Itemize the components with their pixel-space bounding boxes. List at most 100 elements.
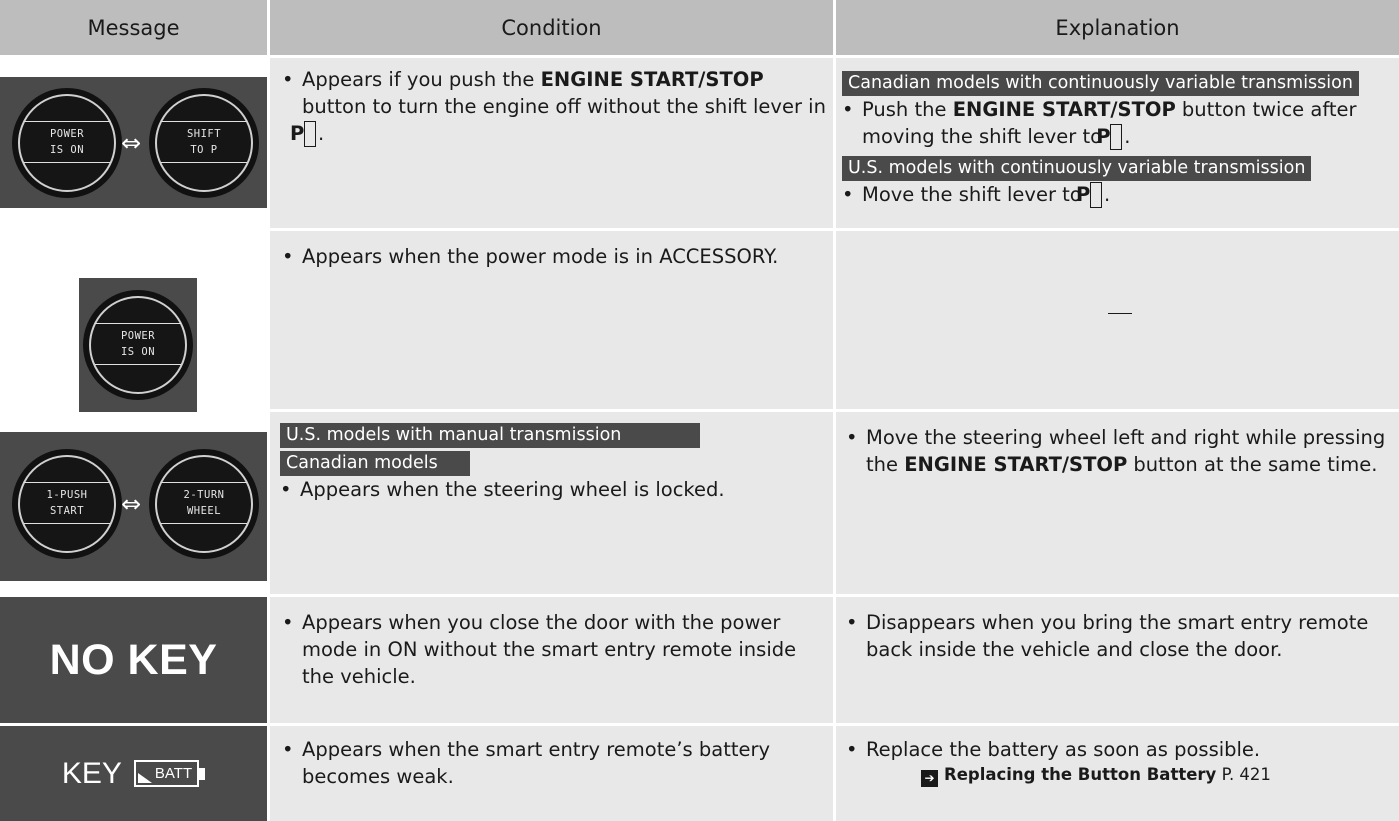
condition-text: Appears when you close the door with the… xyxy=(282,609,822,690)
gauge-power-is-on: POWER IS ON xyxy=(83,290,193,400)
text: . xyxy=(1103,183,1111,206)
model-tag: Canadian models with continuously variab… xyxy=(842,71,1359,96)
gauge-text-line2: START xyxy=(49,505,85,517)
header-message-label: Message xyxy=(87,15,180,40)
condition-text: Appears when the power mode is in ACCESS… xyxy=(282,243,827,270)
gauge-text-line1: POWER xyxy=(49,128,85,140)
gear-p-box: P xyxy=(1076,182,1102,208)
empty-dash xyxy=(1108,313,1132,314)
gauge-text-line1: SHIFT xyxy=(186,128,222,140)
arrow-reference-icon: ➔ xyxy=(921,770,938,787)
bullet-item: Appears when you close the door with the… xyxy=(282,609,822,690)
model-tag: U.S. models with continuously variable t… xyxy=(842,156,1312,181)
header-explanation: Explanation xyxy=(836,0,1399,55)
explanation-cell xyxy=(836,231,1399,409)
explanation-cell: Replace the battery as soon as possible.… xyxy=(836,726,1399,821)
model-tag: U.S. models with manual transmission xyxy=(280,423,700,448)
gauge-face xyxy=(18,455,116,553)
message-cell-power: POWER IS ON xyxy=(0,231,267,415)
key-battery-display: KEY BATT xyxy=(0,726,267,821)
gear-p-box: P xyxy=(290,121,316,147)
gauge-line xyxy=(95,364,181,365)
explanation-text: Canadian models with continuously variab… xyxy=(842,68,1395,208)
gauge-push-start: 1-PUSH START xyxy=(12,449,122,559)
message-cell-push-turn: 1-PUSH START ⇔ 2-TURN WHEEL xyxy=(0,412,267,594)
bullet-item: Appears if you push the ENGINE START/STO… xyxy=(282,66,827,147)
gauge-line xyxy=(24,121,110,122)
condition-text: Appears if you push the ENGINE START/STO… xyxy=(282,66,827,147)
text: . xyxy=(318,122,325,145)
text: Push the xyxy=(862,98,953,121)
text: Move the shift lever to xyxy=(862,183,1088,206)
condition-cell: Appears when you close the door with the… xyxy=(270,597,833,723)
gauge-line xyxy=(161,482,247,483)
gauge-line xyxy=(161,523,247,524)
bold-term: ENGINE START/STOP xyxy=(904,453,1128,476)
text: button to turn the engine off without th… xyxy=(302,95,826,118)
gauge-text-line1: 2-TURN xyxy=(183,489,225,501)
condition-cell: Appears when the power mode is in ACCESS… xyxy=(270,231,833,409)
model-tag: Canadian models xyxy=(280,451,470,476)
double-arrow-icon: ⇔ xyxy=(121,129,142,157)
gauge-line xyxy=(95,323,181,324)
condition-text: U.S. models with manual transmission Can… xyxy=(280,420,825,503)
header-message: Message xyxy=(0,0,267,55)
gauge-power-is-on: POWER IS ON xyxy=(12,88,122,198)
explanation-cell: Disappears when you bring the smart entr… xyxy=(836,597,1399,723)
gauge-shift-to-p: SHIFT TO P xyxy=(149,88,259,198)
bullet-item: Disappears when you bring the smart entr… xyxy=(846,609,1396,663)
message-cell-power-shift: POWER IS ON ⇔ SHIFT TO P xyxy=(0,58,267,228)
explanation-text: Disappears when you bring the smart entr… xyxy=(846,609,1396,663)
gauge-face xyxy=(89,296,187,394)
gear-p-box: P xyxy=(1096,124,1123,150)
text: . xyxy=(1124,125,1131,148)
gauge-face xyxy=(155,455,253,553)
message-table: Message Condition Explanation POWER IS O… xyxy=(0,0,1399,821)
gauge-text-line2: TO P xyxy=(190,144,218,156)
bullet-item: Push the ENGINE START/STOP button twice … xyxy=(842,96,1395,150)
gauge-line xyxy=(24,523,110,524)
explanation-cell: Canadian models with continuously variab… xyxy=(836,58,1399,228)
battery-label: BATT xyxy=(154,765,193,782)
gauge-line xyxy=(24,162,110,163)
gauge-line xyxy=(24,482,110,483)
bullet-item: Move the steering wheel left and right w… xyxy=(846,424,1391,478)
bold-term: ENGINE START/STOP xyxy=(540,68,764,91)
battery-icon: BATT xyxy=(133,760,206,787)
condition-cell: U.S. models with manual transmission Can… xyxy=(270,412,833,594)
reference-page: P. 421 xyxy=(1221,765,1271,784)
bullet-item: Appears when the steering wheel is locke… xyxy=(280,476,825,503)
bullet-item: Move the shift lever to P. xyxy=(842,181,1395,208)
battery-fill xyxy=(137,772,152,783)
gauge-line xyxy=(161,162,247,163)
cross-reference-link[interactable]: ➔ Replacing the Button Battery P. 421 xyxy=(846,763,1391,787)
gauge-line xyxy=(161,121,247,122)
explanation-cell: Move the steering wheel left and right w… xyxy=(836,412,1399,594)
explanation-text: Move the steering wheel left and right w… xyxy=(846,424,1391,478)
double-arrow-icon: ⇔ xyxy=(121,490,142,518)
no-key-display: NO KEY xyxy=(0,597,267,723)
condition-cell: Appears if you push the ENGINE START/STO… xyxy=(270,58,833,228)
reference-title: Replacing the Button Battery xyxy=(944,765,1217,784)
key-text: KEY xyxy=(61,756,122,790)
bold-term: ENGINE START/STOP xyxy=(952,98,1176,121)
gauge-text-line1: POWER xyxy=(120,330,156,342)
gauge-text-line2: IS ON xyxy=(120,346,156,358)
no-key-text: NO KEY xyxy=(49,635,218,684)
header-condition: Condition xyxy=(270,0,833,55)
battery-tip xyxy=(199,767,206,780)
gauge-text-line2: WHEEL xyxy=(186,505,222,517)
header-condition-label: Condition xyxy=(501,15,602,40)
condition-text: Appears when the smart entry remote’s ba… xyxy=(282,736,782,790)
gauge-face xyxy=(18,94,116,192)
condition-cell: Appears when the smart entry remote’s ba… xyxy=(270,726,833,821)
header-explanation-label: Explanation xyxy=(1055,15,1180,40)
battery-body: BATT xyxy=(133,760,200,787)
bullet-item: Appears when the power mode is in ACCESS… xyxy=(282,243,827,270)
gauge-face xyxy=(155,94,253,192)
explanation-text: Replace the battery as soon as possible.… xyxy=(846,736,1391,787)
bullet-item: Appears when the smart entry remote’s ba… xyxy=(282,736,782,790)
text: Appears if you push the xyxy=(302,68,541,91)
gauge-turn-wheel: 2-TURN WHEEL xyxy=(149,449,259,559)
bullet-item: Replace the battery as soon as possible. xyxy=(846,736,1391,763)
